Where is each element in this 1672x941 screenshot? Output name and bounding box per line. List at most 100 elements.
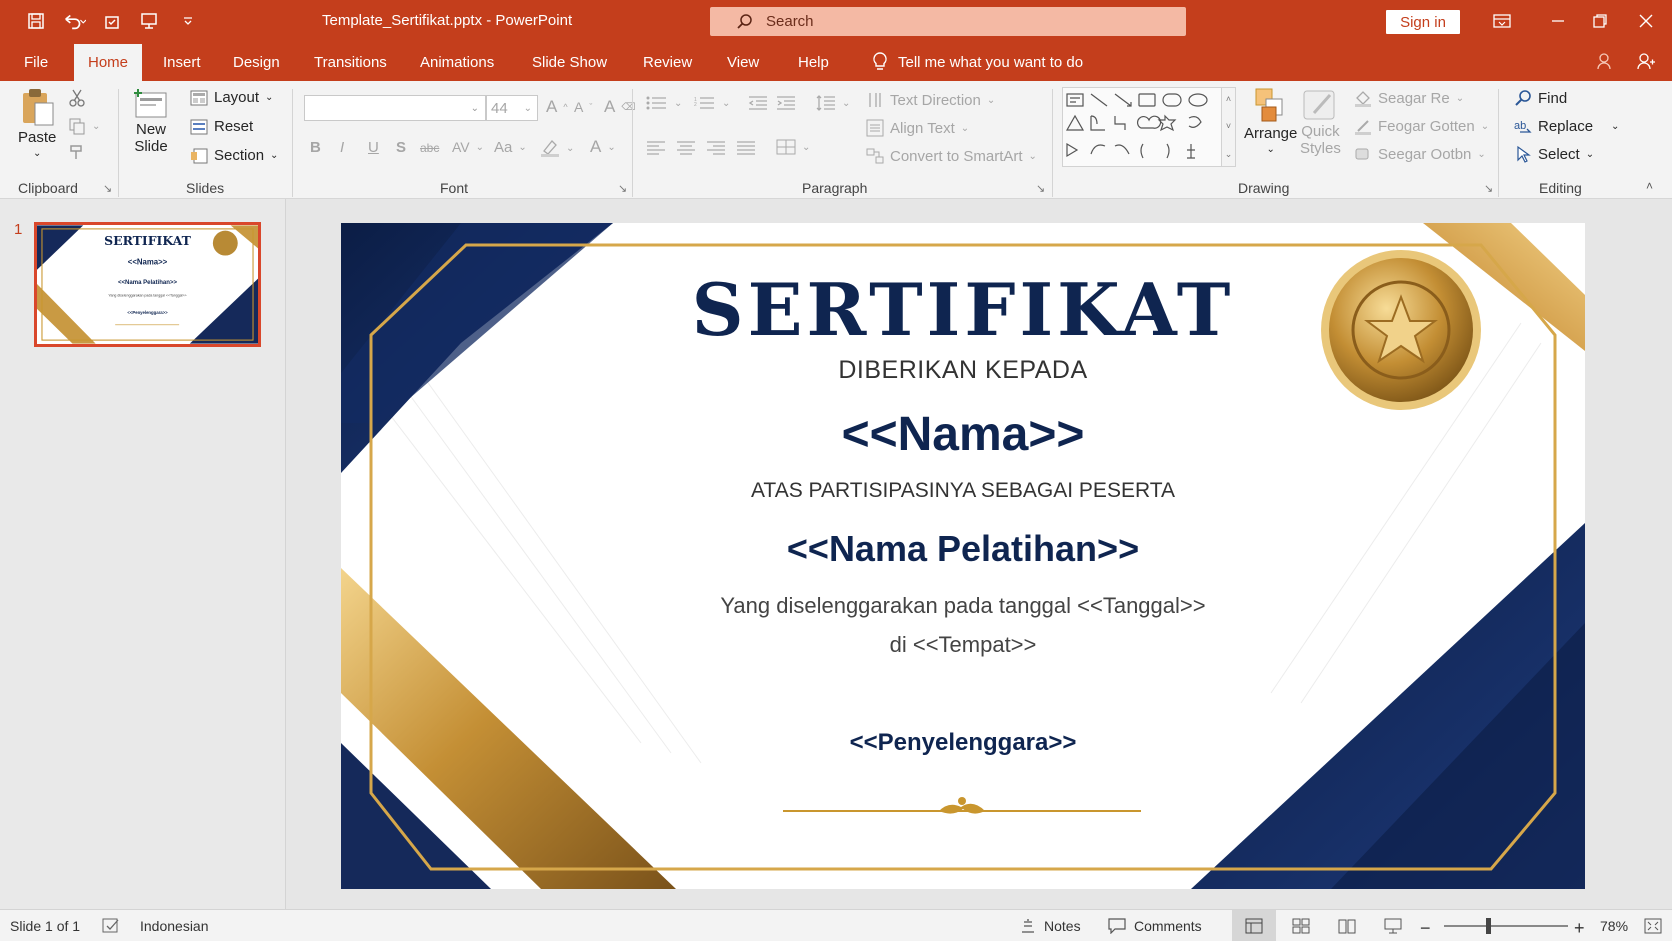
tab-file[interactable]: File [24, 54, 48, 71]
collapse-ribbon-icon[interactable]: ˄ [1646, 179, 1653, 193]
zoom-level[interactable]: 78% [1600, 918, 1628, 934]
event-place-text[interactable]: di <<Tempat>> [341, 632, 1585, 658]
tab-view[interactable]: View [727, 54, 759, 71]
paste-button[interactable]: Paste ⌄ [18, 87, 56, 159]
comments-button[interactable]: Comments [1108, 918, 1202, 934]
text-shadow-button[interactable]: S [396, 139, 406, 156]
highlight-icon[interactable]: ⌄ [540, 139, 574, 157]
minimize-icon[interactable] [1544, 8, 1572, 34]
undo-icon[interactable] [62, 9, 86, 33]
zoom-out-icon[interactable]: − [1420, 918, 1431, 939]
lightbulb-icon [873, 52, 887, 70]
event-date-text[interactable]: Yang diselenggarakan pada tanggal <<Tang… [341, 593, 1585, 619]
slide-show-icon[interactable] [1384, 918, 1402, 934]
bullets-icon[interactable]: ⌄ [646, 95, 682, 111]
tab-insert[interactable]: Insert [163, 54, 201, 71]
shapes-gallery-scroll[interactable]: ˄ ˅ ⌄ [1222, 87, 1236, 167]
copy-icon[interactable]: ⌄ [68, 117, 100, 135]
language-indicator[interactable]: Indonesian [140, 918, 209, 934]
arrange-button[interactable]: Arrange ⌄ [1244, 87, 1297, 155]
align-right-icon[interactable] [706, 141, 726, 155]
clipboard-launcher-icon[interactable]: ↘ [103, 182, 112, 195]
recipient-name[interactable]: <<Nama>> [341, 407, 1585, 462]
tab-transitions[interactable]: Transitions [314, 54, 387, 71]
tab-home[interactable]: Home [74, 44, 143, 81]
start-from-beginning-icon[interactable] [138, 9, 162, 33]
text-direction-button[interactable]: Text Direction ⌄ [866, 91, 995, 109]
tab-help[interactable]: Help [798, 54, 829, 71]
increase-indent-icon[interactable] [776, 95, 796, 111]
account-icon[interactable] [1632, 48, 1660, 74]
accessibility-icon[interactable] [102, 918, 120, 934]
tab-animations[interactable]: Animations [420, 54, 494, 71]
organizer-name[interactable]: <<Penyelenggara>> [341, 729, 1585, 757]
align-text-button[interactable]: Align Text ⌄ [866, 119, 969, 137]
new-slide-button[interactable]: New Slide [132, 87, 170, 155]
layout-button[interactable]: Layout ⌄ [190, 89, 273, 106]
tab-design[interactable]: Design [233, 54, 280, 71]
convert-smartart-button[interactable]: Convert to SmartArt ⌄ [866, 147, 1037, 165]
redo-icon[interactable] [100, 9, 124, 33]
slide-canvas[interactable]: SERTIFIKAT DIBERIKAN KEPADA <<Nama>> ATA… [341, 223, 1585, 889]
save-icon[interactable] [24, 9, 48, 33]
slide-thumbnail[interactable]: SERTIFIKAT <<Nama>> <<Nama Pelatihan>> Y… [34, 222, 261, 347]
paragraph-launcher-icon[interactable]: ↘ [1036, 182, 1045, 195]
shape-outline-button[interactable]: Feogar Gotten ⌄ [1354, 117, 1489, 135]
align-center-icon[interactable] [676, 141, 696, 155]
section-button[interactable]: Section ⌄ [190, 147, 278, 164]
restore-icon[interactable] [1586, 8, 1614, 34]
change-case-button[interactable]: Aa ⌄ [494, 139, 527, 156]
font-color-icon[interactable]: A ⌄ [590, 137, 616, 157]
justify-icon[interactable] [736, 141, 756, 155]
reset-button[interactable]: Reset [190, 118, 253, 135]
ribbon-display-options-icon[interactable] [1488, 8, 1516, 34]
given-to-text[interactable]: DIBERIKAN KEPADA [341, 356, 1585, 385]
shape-effects-button[interactable]: Seegar Ootbn ⌄ [1354, 145, 1486, 163]
shape-fill-button[interactable]: Seagar Re ⌄ [1354, 89, 1464, 107]
tab-slide-show[interactable]: Slide Show [532, 54, 607, 71]
search-input[interactable]: Search [710, 7, 1186, 36]
font-size-field[interactable]: 44 ⌄ [486, 95, 538, 121]
underline-button[interactable]: U [368, 139, 379, 156]
slide-sorter-icon[interactable] [1292, 918, 1310, 934]
character-spacing-button[interactable]: AV ⌄ [452, 139, 484, 155]
clear-formatting-icon[interactable]: A ⌫ [604, 97, 635, 117]
tell-me-search[interactable]: Tell me what you want to do [872, 52, 1083, 72]
paragraph-group-label: Paragraph [802, 180, 868, 196]
zoom-in-icon[interactable]: + [1574, 918, 1585, 939]
notes-button[interactable]: Notes [1020, 918, 1081, 934]
font-launcher-icon[interactable]: ↘ [618, 182, 627, 195]
quick-styles-button[interactable]: Quick Styles [1300, 87, 1341, 157]
close-icon[interactable] [1632, 8, 1660, 34]
participation-text[interactable]: ATAS PARTISIPASINYA SEBAGAI PESERTA [341, 479, 1585, 503]
line-spacing-icon[interactable]: ⌄ [816, 95, 850, 111]
reading-view-icon[interactable] [1338, 918, 1356, 934]
shapes-gallery[interactable] [1062, 87, 1222, 167]
bold-button[interactable]: B [310, 139, 321, 156]
normal-view-icon[interactable] [1232, 910, 1276, 941]
find-button[interactable]: Find [1514, 89, 1567, 107]
numbering-icon[interactable]: 1 2 ⌄ [694, 95, 730, 111]
certificate-title[interactable]: SERTIFIKAT [341, 267, 1585, 352]
zoom-slider[interactable] [1444, 925, 1568, 927]
share-icon[interactable] [1590, 48, 1618, 74]
training-name[interactable]: <<Nama Pelatihan>> [341, 528, 1585, 570]
sign-in-button[interactable]: Sign in [1386, 10, 1460, 34]
zoom-slider-thumb[interactable] [1486, 918, 1491, 934]
font-name-field[interactable]: ⌄ [304, 95, 486, 121]
customize-qat-icon[interactable] [176, 9, 200, 33]
align-left-icon[interactable] [646, 141, 666, 155]
cut-icon[interactable] [68, 89, 86, 107]
tab-review[interactable]: Review [643, 54, 692, 71]
format-painter-icon[interactable] [68, 143, 86, 161]
decrease-font-size-icon[interactable]: Aˇ [574, 99, 592, 115]
strikethrough-button[interactable]: abc [420, 141, 439, 155]
drawing-launcher-icon[interactable]: ↘ [1484, 182, 1493, 195]
select-button[interactable]: Select ⌄ [1514, 145, 1594, 163]
fit-to-window-icon[interactable] [1644, 918, 1662, 934]
replace-button[interactable]: ab Replace ⌄ [1514, 117, 1619, 135]
decrease-indent-icon[interactable] [748, 95, 768, 111]
columns-icon[interactable]: ⌄ [776, 139, 810, 155]
increase-font-size-icon[interactable]: A ^ [546, 97, 568, 117]
italic-button[interactable]: I [340, 139, 344, 156]
